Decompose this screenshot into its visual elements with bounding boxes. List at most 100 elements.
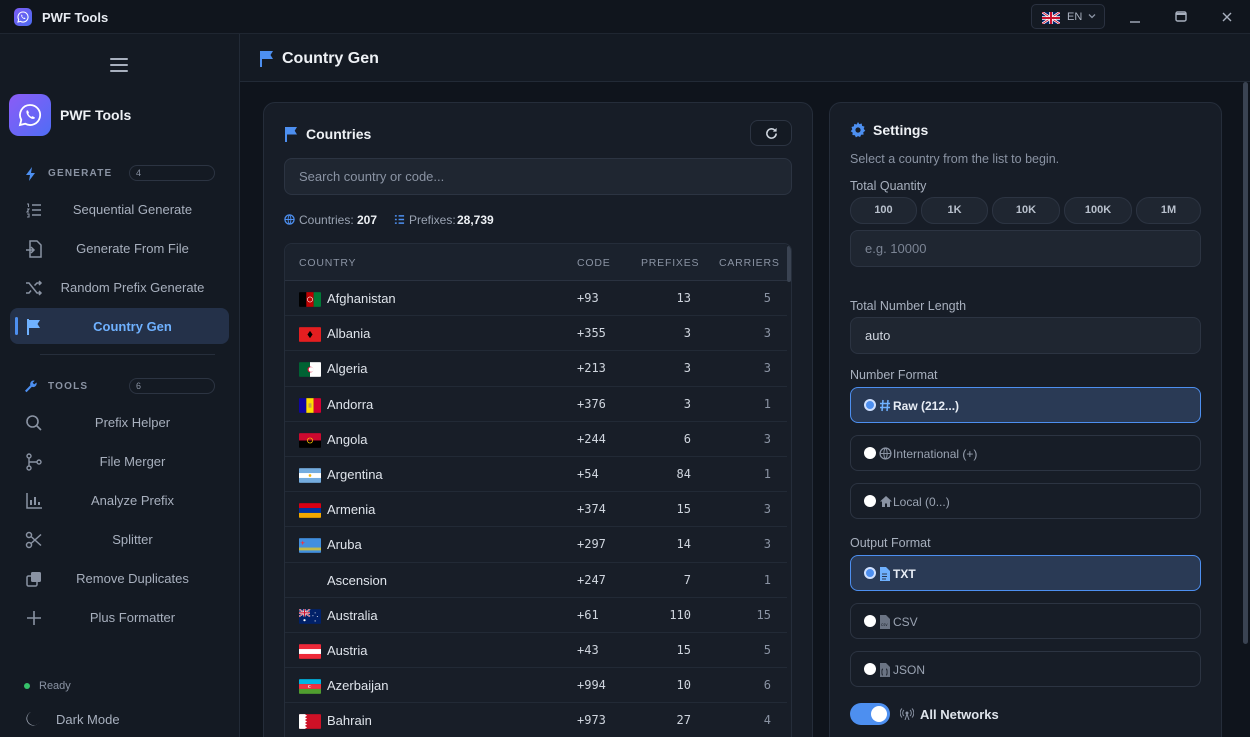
radio-button[interactable]: [864, 495, 876, 507]
table-row[interactable]: Afghanistan +93 13 5: [285, 281, 787, 317]
status-dot: [24, 683, 30, 689]
branch-icon: [26, 453, 42, 471]
status-text: Ready: [39, 680, 71, 692]
length-input[interactable]: [850, 317, 1201, 354]
prefix-count: 3: [683, 361, 691, 376]
table-row[interactable]: Australia +61 110 15: [285, 598, 787, 633]
column-header-carriers[interactable]: CARRIERS: [719, 257, 780, 269]
sidebar-item-label: Prefix Helper: [94, 415, 171, 430]
sidebar-item-label: Country Gen: [93, 319, 172, 334]
all-networks-toggle[interactable]: [850, 703, 890, 725]
country-name: Armenia: [327, 502, 376, 518]
quantity-preset-1k[interactable]: 1K: [921, 197, 988, 224]
dark-mode-toggle[interactable]: Dark Mode: [24, 710, 120, 731]
country-name: Andorra: [327, 396, 374, 412]
sidebar-item-prefix-helper[interactable]: Prefix Helper: [10, 404, 229, 440]
country-name: Albania: [327, 326, 371, 342]
search-icon: [26, 415, 42, 431]
scissors-icon: [25, 531, 42, 549]
table-row[interactable]: Angola +244 6 3: [285, 422, 787, 457]
globe-icon: [879, 447, 892, 460]
column-header-code[interactable]: CODE: [577, 257, 611, 269]
country-search-input[interactable]: [284, 158, 792, 195]
country-code: +54: [577, 467, 599, 481]
antenna-icon: [900, 708, 914, 720]
table-row[interactable]: Andorra +376 3 1: [285, 387, 787, 422]
sidebar-item-country-gen[interactable]: Country Gen: [10, 308, 229, 344]
country-name: Aruba: [327, 537, 362, 553]
gear-icon: [850, 122, 866, 138]
table-row[interactable]: Azerbaijan +994 10 6: [285, 668, 787, 704]
file-import-icon: [26, 240, 42, 258]
table-row[interactable]: Austria +43 15 5: [285, 633, 787, 669]
shuffle-icon: [26, 280, 43, 296]
sidebar-item-label: Remove Duplicates: [76, 571, 189, 586]
carrier-count: 5: [763, 643, 771, 657]
radio-button[interactable]: [864, 567, 876, 579]
quantity-preset-100k[interactable]: 100K: [1064, 197, 1132, 224]
table-row[interactable]: Armenia +374 15 3: [285, 492, 787, 528]
output-format-csv[interactable]: csv CSV: [850, 603, 1201, 639]
country-name: Afghanistan: [327, 291, 396, 306]
sidebar-item-generate-from-file[interactable]: Generate From File: [10, 230, 229, 266]
radio-button[interactable]: [864, 399, 876, 411]
country-code: +244: [577, 431, 606, 446]
file-json-icon: [880, 663, 890, 677]
sidebar-item-file-merger[interactable]: File Merger: [10, 443, 229, 479]
number-format-local[interactable]: Local (0...): [850, 483, 1201, 519]
main-content: Countries Countries: 207 Prefixes: 28,73…: [240, 82, 1250, 737]
country-code: +43: [577, 643, 599, 657]
column-header-country[interactable]: COUNTRY: [299, 257, 356, 269]
sidebar-item-splitter[interactable]: Splitter: [10, 521, 229, 557]
carrier-count: 3: [763, 537, 771, 552]
number-format-international[interactable]: International (+): [850, 435, 1201, 471]
sidebar-item-sequential-generate[interactable]: Sequential Generate: [10, 191, 229, 227]
table-row[interactable]: Argentina +54 84 1: [285, 457, 787, 493]
table-scrollbar[interactable]: [787, 246, 791, 282]
radio-button[interactable]: [864, 447, 876, 459]
list-ordered-icon: [25, 203, 41, 218]
main-scrollbar[interactable]: [1243, 82, 1248, 644]
quantity-preset-10k[interactable]: 10K: [992, 197, 1060, 224]
maximize-button[interactable]: [1169, 6, 1193, 28]
countries-table: COUNTRY CODE PREFIXES CARRIERS Afghanist…: [284, 243, 792, 737]
output-format-json[interactable]: JSON: [850, 651, 1201, 687]
quantity-preset-1m[interactable]: 1M: [1136, 197, 1201, 224]
quantity-preset-100[interactable]: 100: [850, 197, 917, 224]
sidebar-item-remove-duplicates[interactable]: Remove Duplicates: [10, 560, 229, 596]
close-button[interactable]: [1215, 6, 1239, 28]
sidebar-item-random-prefix-generate[interactable]: Random Prefix Generate: [10, 269, 229, 305]
sidebar-item-analyze-prefix[interactable]: Analyze Prefix: [10, 482, 229, 518]
flag-icon: [27, 319, 40, 335]
country-name: Austria: [327, 643, 368, 658]
radio-button[interactable]: [864, 615, 876, 627]
number-format-raw[interactable]: Raw (212...): [850, 387, 1201, 423]
prefix-count: 10: [676, 678, 691, 693]
table-row[interactable]: Ascension +247 7 1: [285, 563, 787, 598]
column-header-prefixes[interactable]: PREFIXES: [641, 257, 699, 269]
minimize-button[interactable]: [1123, 6, 1147, 28]
sidebar-item-label: Random Prefix Generate: [60, 280, 205, 295]
page-header: Country Gen: [240, 34, 1250, 82]
quantity-input[interactable]: [850, 230, 1201, 267]
table-row[interactable]: Albania +355 3 3: [285, 316, 787, 352]
table-row[interactable]: Algeria +213 3 3: [285, 351, 787, 387]
radio-button[interactable]: [864, 663, 876, 675]
country-flag-icon: [299, 292, 321, 307]
menu-toggle-icon[interactable]: [109, 56, 129, 74]
output-format-txt[interactable]: TXT: [850, 555, 1201, 591]
flag-icon: [285, 127, 297, 142]
moon-icon: [26, 712, 40, 726]
total-length-label: Total Number Length: [850, 299, 967, 313]
sidebar-item-plus-formatter[interactable]: Plus Formatter: [10, 599, 229, 635]
table-row[interactable]: Bahrain +973 27 4: [285, 703, 787, 737]
country-code: +297: [577, 537, 606, 552]
language-selector[interactable]: EN: [1031, 4, 1105, 29]
country-code: +355: [577, 326, 606, 341]
prefix-count: 27: [676, 713, 691, 728]
file-text-icon: [880, 567, 890, 581]
plus-icon: [27, 611, 41, 625]
carrier-count: 1: [763, 572, 771, 587]
refresh-button[interactable]: [750, 120, 792, 146]
table-row[interactable]: Aruba +297 14 3: [285, 527, 787, 563]
